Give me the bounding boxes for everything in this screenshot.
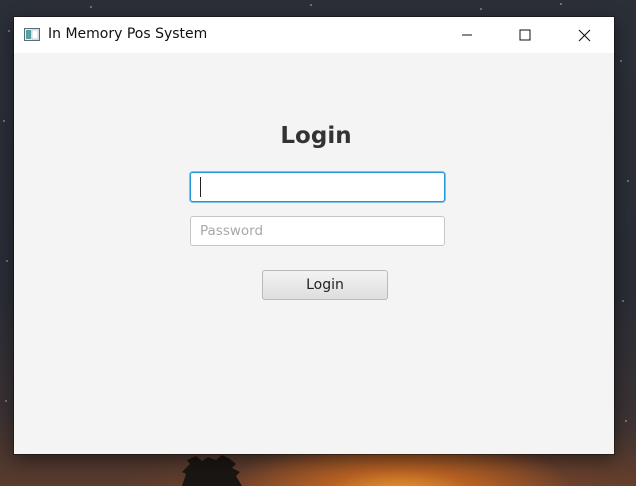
close-button[interactable] — [561, 17, 607, 53]
window-title: In Memory Pos System — [48, 26, 208, 42]
password-input[interactable] — [190, 216, 445, 246]
maximize-icon — [519, 29, 531, 41]
username-input[interactable] — [190, 172, 445, 202]
minimize-icon — [462, 34, 472, 36]
tree-silhouette — [182, 455, 242, 486]
app-window-icon — [24, 28, 40, 41]
app-window: In Memory Pos System Login Login — [14, 17, 614, 454]
title-bar[interactable]: In Memory Pos System — [14, 17, 614, 53]
login-button[interactable]: Login — [262, 270, 388, 300]
login-heading: Login — [280, 123, 352, 149]
text-caret — [200, 177, 201, 197]
login-panel: Login Login — [14, 53, 614, 454]
minimize-button[interactable] — [444, 17, 490, 53]
close-icon — [578, 29, 590, 41]
maximize-button[interactable] — [502, 17, 548, 53]
